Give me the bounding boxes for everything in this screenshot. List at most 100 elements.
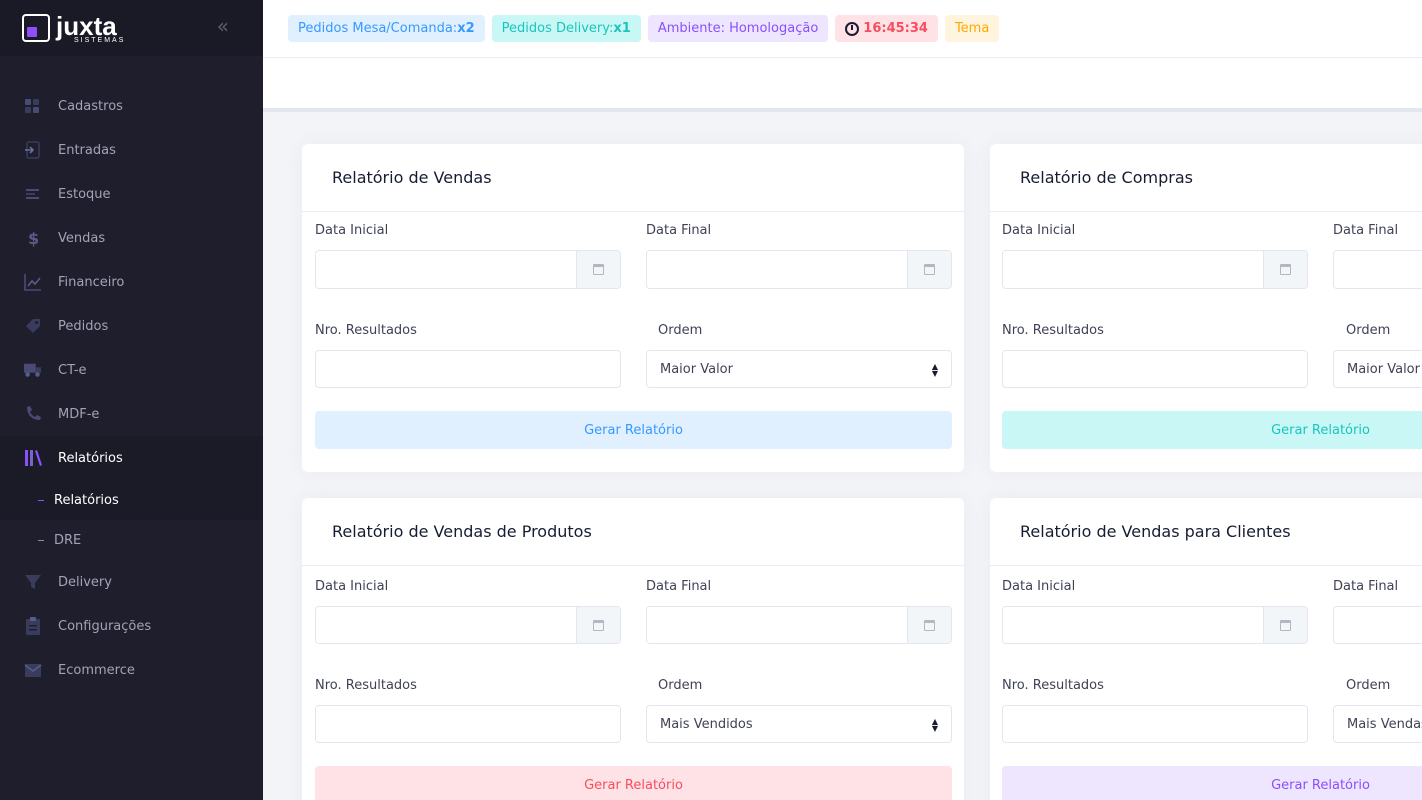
gerar-relatorio-button[interactable]: Gerar Relatório <box>315 766 952 800</box>
ordem-select[interactable]: Mais Vendidos ▲ ▼ <box>646 705 952 743</box>
sidebar-item-label: Configurações <box>58 618 152 634</box>
data-inicial-field[interactable] <box>315 606 621 644</box>
brand-name: juxta <box>56 10 117 41</box>
mail-icon <box>24 661 42 679</box>
badge-pedidos-mesa[interactable]: Pedidos Mesa/Comanda: x2 <box>288 15 485 42</box>
sidebar-item-delivery[interactable]: Delivery <box>0 560 263 604</box>
sidebar-item-label: Entradas <box>58 142 116 158</box>
sidebar-subitem-label: Relatórios <box>54 492 119 508</box>
sidebar-item-estoque[interactable]: Estoque <box>0 172 263 216</box>
sidebar-item-label: Ecommerce <box>58 662 135 678</box>
sidebar-item-cadastros[interactable]: Cadastros <box>0 84 263 128</box>
data-inicial-field[interactable] <box>315 250 621 289</box>
data-final-field[interactable] <box>646 250 952 289</box>
subheader <box>263 58 1422 112</box>
ordem-select[interactable]: Mais Vendas ▲▼ <box>1333 705 1422 743</box>
calendar-icon[interactable] <box>1263 607 1307 643</box>
gerar-relatorio-button[interactable]: Gerar Relatório <box>1002 766 1422 800</box>
list-icon <box>24 185 42 203</box>
sidebar-item-label: MDF-e <box>58 406 100 422</box>
data-final-input[interactable] <box>647 251 907 288</box>
card-relatorio-vendas-produtos: Relatório de Vendas de Produtos Data Ini… <box>302 498 964 800</box>
ordem-label: Ordem <box>658 323 703 338</box>
main-content: Relatório de Vendas Data Inicial Data Fi… <box>263 116 1422 800</box>
data-final-field[interactable] <box>646 606 952 644</box>
calendar-icon[interactable] <box>907 607 951 643</box>
sidebar-item-pedidos[interactable]: Pedidos <box>0 304 263 348</box>
sidebar-item-label: Financeiro <box>58 274 125 290</box>
nro-resultados-input[interactable] <box>1002 350 1308 388</box>
sidebar-item-configuracoes[interactable]: Configurações <box>0 604 263 648</box>
sidebar-item-ecommerce[interactable]: Ecommerce <box>0 648 263 692</box>
select-caret-icon: ▲ ▼ <box>931 717 938 733</box>
sidebar-item-cte[interactable]: CT-e <box>0 348 263 392</box>
calendar-icon[interactable] <box>1263 251 1307 288</box>
card-title: Relatório de Vendas para Clientes <box>1020 522 1291 541</box>
nro-resultados-input[interactable] <box>315 705 621 743</box>
ordem-select[interactable]: Maior Valor ▲▼ <box>646 350 952 388</box>
brand-sub: SISTEMAS <box>74 36 126 44</box>
clock-icon <box>845 21 860 36</box>
gerar-relatorio-button[interactable]: Gerar Relatório <box>315 411 952 449</box>
data-final-input[interactable] <box>647 607 907 643</box>
data-final-field[interactable] <box>1333 606 1422 644</box>
calendar-icon[interactable] <box>907 251 951 288</box>
sidebar-item-vendas[interactable]: $ Vendas <box>0 216 263 260</box>
data-final-field[interactable] <box>1333 250 1422 289</box>
theme-button[interactable]: Tema <box>944 15 1000 42</box>
sidebar-item-label: Estoque <box>58 186 111 202</box>
sidebar-subitem-dre[interactable]: DRE <box>0 520 263 560</box>
sidebar-item-label: Relatórios <box>58 450 123 466</box>
nro-resultados-input[interactable] <box>1002 705 1308 743</box>
calendar-icon[interactable] <box>576 251 620 288</box>
data-final-label: Data Final <box>646 579 712 594</box>
badge-label: Pedidos Mesa/Comanda: <box>298 21 458 36</box>
data-final-input[interactable] <box>1334 251 1422 288</box>
bullet-icon <box>38 539 44 541</box>
ordem-selected-value: Maior Valor <box>1347 361 1420 377</box>
tag-icon <box>24 317 42 335</box>
nro-resultados-input[interactable] <box>315 350 621 388</box>
data-inicial-input[interactable] <box>316 607 576 643</box>
sidebar-item-label: Cadastros <box>58 98 123 114</box>
sidebar-subitem-label: DRE <box>54 532 82 548</box>
card-relatorio-vendas: Relatório de Vendas Data Inicial Data Fi… <box>302 144 964 472</box>
data-inicial-field[interactable] <box>1002 250 1308 289</box>
ordem-selected-value: Mais Vendidos <box>660 716 753 732</box>
card-title: Relatório de Vendas <box>332 168 492 187</box>
data-final-input[interactable] <box>1334 607 1422 643</box>
ordem-label: Ordem <box>1346 323 1391 338</box>
clock-time: 16:45:34 <box>863 21 928 36</box>
card-header: Relatório de Vendas de Produtos <box>302 498 964 566</box>
data-inicial-input[interactable] <box>1003 251 1263 288</box>
nro-resultados-label: Nro. Resultados <box>315 678 417 693</box>
nro-resultados-label: Nro. Resultados <box>315 323 417 338</box>
ordem-selected-value: Mais Vendas <box>1347 716 1422 732</box>
data-inicial-input[interactable] <box>1003 607 1263 643</box>
card-title: Relatório de Vendas de Produtos <box>332 522 592 541</box>
badge-count: x1 <box>613 21 631 36</box>
sidebar-item-mdfe[interactable]: MDF-e <box>0 392 263 436</box>
badge-pedidos-delivery[interactable]: Pedidos Delivery: x1 <box>491 15 641 42</box>
data-inicial-label: Data Inicial <box>315 223 389 238</box>
ordem-select[interactable]: Maior Valor ▲▼ <box>1333 350 1422 388</box>
sidebar-subitem-relatorios[interactable]: Relatórios <box>0 480 263 520</box>
badge-count: x2 <box>457 21 475 36</box>
brand-logo[interactable]: juxta SISTEMAS <box>22 13 125 44</box>
data-inicial-field[interactable] <box>1002 606 1308 644</box>
sidebar: juxta SISTEMAS « Cadastros Entradas Esto… <box>0 0 263 800</box>
data-inicial-input[interactable] <box>316 251 576 288</box>
data-inicial-label: Data Inicial <box>1002 579 1076 594</box>
data-final-label: Data Final <box>1333 579 1399 594</box>
sidebar-item-financeiro[interactable]: Financeiro <box>0 260 263 304</box>
gerar-relatorio-button[interactable]: Gerar Relatório <box>1002 411 1422 449</box>
phone-icon <box>24 405 42 423</box>
collapse-sidebar-icon[interactable]: « <box>217 14 229 38</box>
svg-text:$: $ <box>28 229 39 247</box>
select-caret-icon: ▲ ▼ <box>931 362 938 378</box>
sidebar-item-entradas[interactable]: Entradas <box>0 128 263 172</box>
sidebar-item-relatorios[interactable]: Relatórios <box>0 436 263 480</box>
badge-ambiente: Ambiente: Homologação <box>647 15 829 42</box>
sidebar-menu: Cadastros Entradas Estoque $ Vendas Fina… <box>0 84 263 692</box>
calendar-icon[interactable] <box>576 607 620 643</box>
